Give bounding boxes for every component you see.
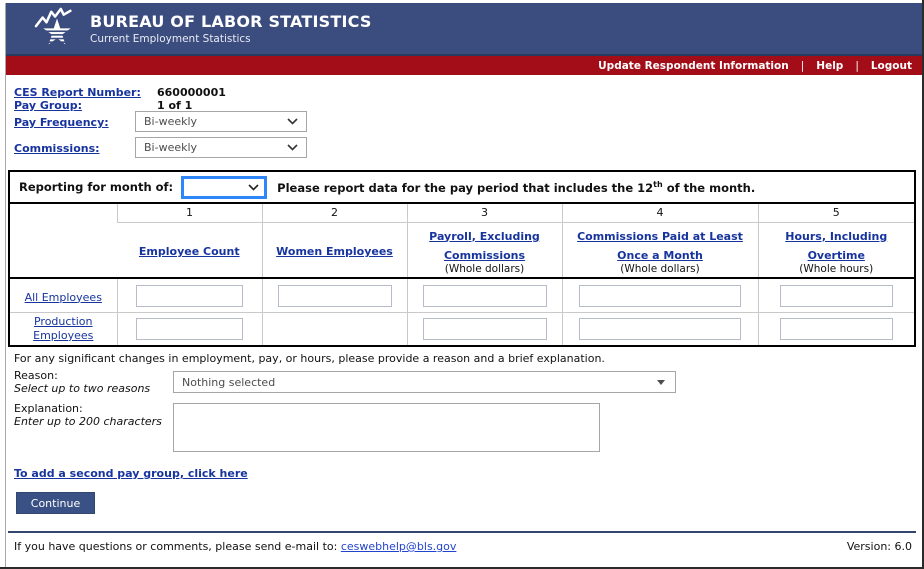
nav-update-respondent-link[interactable]: Update Respondent Information: [598, 60, 789, 72]
pay-frequency-value: Bi-weekly: [144, 115, 197, 128]
column-number: 3: [407, 203, 562, 222]
reason-hint: Select up to two reasons: [14, 382, 150, 395]
all-employees-women-input[interactable]: [278, 285, 392, 307]
page-title: BUREAU OF LABOR STATISTICS: [90, 12, 372, 31]
production-employees-payroll-input[interactable]: [423, 318, 547, 340]
column-number: 1: [117, 203, 262, 222]
production-employees-count-input[interactable]: [136, 318, 243, 340]
all-employees-count-input[interactable]: [136, 285, 243, 307]
production-employees-commissions-input[interactable]: [579, 318, 741, 340]
report-info-section: CES Report Number: 660000001 Pay Group: …: [6, 86, 916, 166]
commissions-label[interactable]: Commissions:: [14, 142, 100, 155]
column-header-unit: (Whole hours): [763, 263, 911, 276]
continue-button[interactable]: Continue: [16, 492, 95, 514]
nav-separator: |: [801, 60, 805, 72]
chevron-down-icon: [287, 118, 298, 125]
ces-report-number-label[interactable]: CES Report Number:: [14, 86, 141, 99]
bls-logo-icon: [34, 7, 80, 51]
reason-label: Reason:: [14, 369, 58, 382]
pay-group-label[interactable]: Pay Group:: [14, 99, 82, 112]
reporting-month-label: Reporting for month of:: [19, 180, 173, 194]
reporting-table: Reporting for month of: Please report da…: [8, 170, 916, 347]
pay-period-note: Please report data for the pay period th…: [277, 180, 755, 195]
chevron-down-icon: [287, 144, 298, 151]
production-employees-hours-input[interactable]: [780, 318, 893, 340]
row-label-all-employees[interactable]: All Employees: [25, 291, 102, 305]
column-number: 5: [758, 203, 915, 222]
column-header-employee-count[interactable]: Employee Count: [139, 245, 240, 258]
ces-report-number-value: 660000001: [157, 86, 226, 99]
support-email-link[interactable]: ceswebhelp@bls.gov: [341, 540, 457, 553]
footer-help-text: If you have questions or comments, pleas…: [14, 540, 456, 553]
nav-help-link[interactable]: Help: [816, 60, 843, 72]
all-employees-hours-input[interactable]: [780, 285, 893, 307]
top-nav-bar: Update Respondent Information | Help | L…: [6, 56, 922, 75]
nav-separator: |: [855, 60, 859, 72]
app-window: BUREAU OF LABOR STATISTICS Current Emplo…: [0, 0, 924, 569]
column-header-commissions[interactable]: Commissions Paid at Least Once a Month: [577, 230, 743, 262]
row-label-production-employees[interactable]: Production Employees: [10, 315, 117, 344]
column-header-hours[interactable]: Hours, Including Overtime: [785, 230, 887, 262]
version-label: Version: 6.0: [847, 540, 912, 553]
explanation-label: Explanation:: [14, 402, 83, 415]
column-header-women-employees[interactable]: Women Employees: [276, 245, 393, 258]
nav-logout-link[interactable]: Logout: [871, 60, 912, 72]
page-subtitle: Current Employment Statistics: [90, 33, 372, 45]
caret-down-icon: [657, 380, 665, 385]
column-header-payroll[interactable]: Payroll, Excluding Commissions: [429, 230, 540, 262]
production-women-empty-cell: [262, 312, 407, 346]
table-corner-cell: [9, 203, 117, 278]
commissions-value: Bi-weekly: [144, 141, 197, 154]
add-second-pay-group-link[interactable]: To add a second pay group, click here: [14, 467, 248, 480]
explanation-hint: Enter up to 200 characters: [14, 415, 162, 428]
header-banner: BUREAU OF LABOR STATISTICS Current Emplo…: [6, 3, 922, 56]
explanation-textarea[interactable]: [173, 403, 600, 452]
column-number: 2: [262, 203, 407, 222]
column-number: 4: [562, 203, 758, 222]
pay-frequency-select[interactable]: Bi-weekly: [135, 111, 307, 132]
significant-changes-note: For any significant changes in employmen…: [14, 352, 605, 365]
all-employees-payroll-input[interactable]: [423, 285, 547, 307]
commissions-select[interactable]: Bi-weekly: [135, 137, 307, 158]
all-employees-commissions-input[interactable]: [579, 285, 741, 307]
pay-frequency-label[interactable]: Pay Frequency:: [14, 116, 109, 129]
reason-select[interactable]: Nothing selected: [173, 371, 676, 393]
column-header-unit: (Whole dollars): [412, 263, 558, 276]
reporting-month-select[interactable]: [181, 176, 267, 199]
chevron-down-icon: [248, 184, 259, 191]
column-header-unit: (Whole dollars): [567, 263, 754, 276]
reason-value: Nothing selected: [182, 376, 275, 389]
footer-divider: [8, 531, 916, 533]
